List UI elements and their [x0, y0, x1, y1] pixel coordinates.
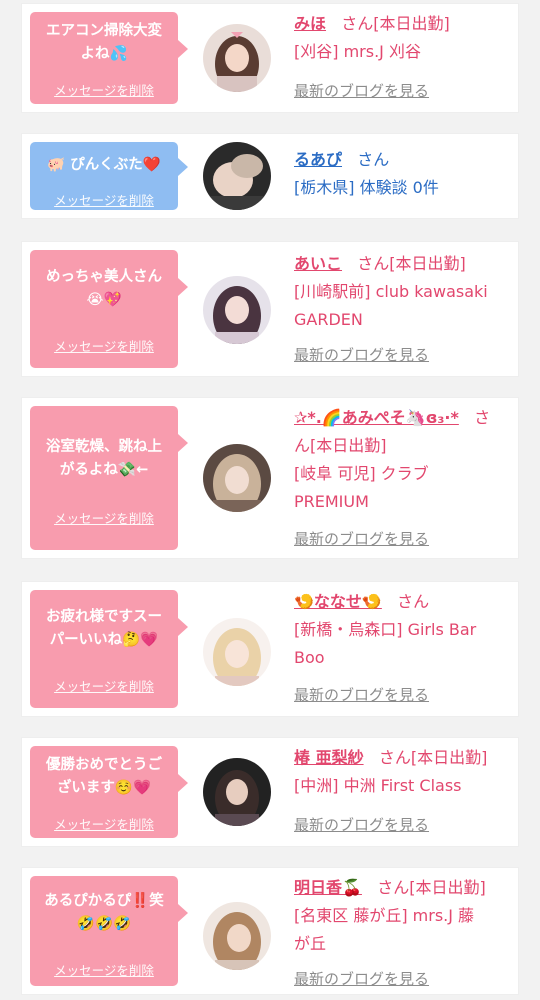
latest-blog-link[interactable]: 最新のブログを見る: [294, 344, 429, 365]
girl-name-link[interactable]: 椿 亜梨紗: [294, 748, 364, 767]
girl-info: 椿 亜梨紗 さん[本日出勤] [中洲] 中洲 First Class: [294, 744, 510, 800]
message-text: あるぴかるぴ‼️笑 🤣🤣🤣: [44, 893, 164, 932]
shop-name: [中洲] 中洲 First Class: [294, 776, 462, 795]
girl-name-link[interactable]: るあぴ: [294, 150, 342, 169]
latest-blog-link[interactable]: 最新のブログを見る: [294, 80, 429, 101]
girl-name-link[interactable]: 明日香🍒: [294, 878, 362, 897]
message-text: エアコン掃除大変 よね💦: [46, 23, 162, 62]
avatar[interactable]: [203, 142, 271, 210]
shop-name: [川崎駅前] club kawasaki GARDEN: [294, 282, 488, 329]
girl-status: さん[本日出勤]: [357, 254, 466, 273]
delete-message-link[interactable]: メッセージを削除: [30, 190, 178, 209]
avatar[interactable]: [203, 444, 271, 512]
message-bubble: めっちゃ美人さん 😭💖 メッセージを削除: [30, 250, 188, 368]
message-card: 浴室乾燥、跳ね上 がるよね💸← メッセージを削除 ✰*.🌈あみぺそ🦄ɞ₃·* さ…: [22, 398, 518, 558]
message-bubble: 優勝おめでとうご ざいます☺️💗 メッセージを削除: [30, 746, 188, 838]
message-bubble: 🐖 ぴんくぶた❤️ メッセージを削除: [30, 142, 188, 210]
shop-name: [新橋・烏森口] Girls Bar Boo: [294, 620, 477, 667]
shop-name: [名東区 藤が丘] mrs.J 藤 が丘: [294, 906, 475, 953]
avatar[interactable]: [203, 24, 271, 92]
girl-status: さん[本日出勤]: [378, 748, 488, 767]
girl-status: さん: [357, 150, 390, 169]
latest-blog-link[interactable]: 最新のブログを見る: [294, 528, 429, 549]
message-card: エアコン掃除大変 よね💦 メッセージを削除 みほ さん[本日出勤] [刈谷] m…: [22, 4, 518, 112]
girl-info: ✰*.🌈あみぺそ🦄ɞ₃·* さ ん[本日出勤] [岐阜 可児] クラブ PREM…: [294, 404, 510, 516]
delete-message-link[interactable]: メッセージを削除: [30, 960, 178, 979]
avatar[interactable]: [203, 618, 271, 686]
girl-status-cont: ん[本日出勤]: [294, 436, 387, 455]
avatar[interactable]: [203, 758, 271, 826]
shop-name: [岐阜 可児] クラブ PREMIUM: [294, 464, 429, 511]
girl-info: るあぴ さん [栃木県] 体験談 0件: [294, 146, 510, 202]
girl-status: さん[本日出勤]: [341, 14, 450, 33]
message-text: 浴室乾燥、跳ね上 がるよね💸←: [46, 439, 162, 478]
latest-blog-link[interactable]: 最新のブログを見る: [294, 814, 429, 835]
delete-message-link[interactable]: メッセージを削除: [30, 508, 178, 527]
message-text: めっちゃ美人さん 😭💖: [46, 269, 162, 308]
girl-status: さん: [397, 592, 430, 611]
delete-message-link[interactable]: メッセージを削除: [30, 676, 178, 695]
message-bubble: 浴室乾燥、跳ね上 がるよね💸← メッセージを削除: [30, 406, 188, 550]
girl-name-link[interactable]: 🍤ななせ🍤: [294, 592, 382, 611]
message-text: 🐖 ぴんくぶた❤️: [47, 157, 161, 173]
girl-name-link[interactable]: みほ: [294, 14, 326, 33]
message-card: お疲れ様ですスー パーいいね🤔💗 メッセージを削除 🍤ななせ🍤 さん [新橋・烏…: [22, 582, 518, 716]
message-card: あるぴかるぴ‼️笑 🤣🤣🤣 メッセージを削除 明日香🍒 さん[本日出勤] [名東…: [22, 868, 518, 994]
delete-message-link[interactable]: メッセージを削除: [30, 814, 178, 833]
girl-status: さん[本日出勤]: [377, 878, 486, 897]
message-card: 優勝おめでとうご ざいます☺️💗 メッセージを削除 椿 亜梨紗 さん[本日出勤]…: [22, 738, 518, 846]
avatar[interactable]: [203, 902, 271, 970]
message-bubble: あるぴかるぴ‼️笑 🤣🤣🤣 メッセージを削除: [30, 876, 188, 986]
shop-name: [刈谷] mrs.J 刈谷: [294, 42, 421, 61]
message-bubble: お疲れ様ですスー パーいいね🤔💗 メッセージを削除: [30, 590, 188, 708]
girl-name-link[interactable]: あいこ: [294, 254, 342, 273]
message-text: お疲れ様ですスー パーいいね🤔💗: [46, 609, 162, 648]
message-card: めっちゃ美人さん 😭💖 メッセージを削除 あいこ さん[本日出勤] [川崎駅前]…: [22, 242, 518, 376]
message-bubble: エアコン掃除大変 よね💦 メッセージを削除: [30, 12, 188, 104]
avatar[interactable]: [203, 276, 271, 344]
girl-status: さ: [474, 408, 491, 427]
girl-info: 明日香🍒 さん[本日出勤] [名東区 藤が丘] mrs.J 藤 が丘: [294, 874, 510, 958]
latest-blog-link[interactable]: 最新のブログを見る: [294, 968, 429, 989]
message-text: 優勝おめでとうご ざいます☺️💗: [46, 757, 162, 796]
girl-info: あいこ さん[本日出勤] [川崎駅前] club kawasaki GARDEN: [294, 250, 510, 334]
latest-blog-link[interactable]: 最新のブログを見る: [294, 684, 429, 705]
girl-name-link[interactable]: ✰*.🌈あみぺそ🦄ɞ₃·*: [294, 408, 459, 427]
shop-name: [栃木県] 体験談 0件: [294, 178, 439, 197]
delete-message-link[interactable]: メッセージを削除: [30, 80, 178, 99]
message-card: 🐖 ぴんくぶた❤️ メッセージを削除 るあぴ さん [栃木県] 体験談 0件: [22, 134, 518, 218]
girl-info: みほ さん[本日出勤] [刈谷] mrs.J 刈谷: [294, 10, 510, 66]
delete-message-link[interactable]: メッセージを削除: [30, 336, 178, 355]
girl-info: 🍤ななせ🍤 さん [新橋・烏森口] Girls Bar Boo: [294, 588, 510, 672]
